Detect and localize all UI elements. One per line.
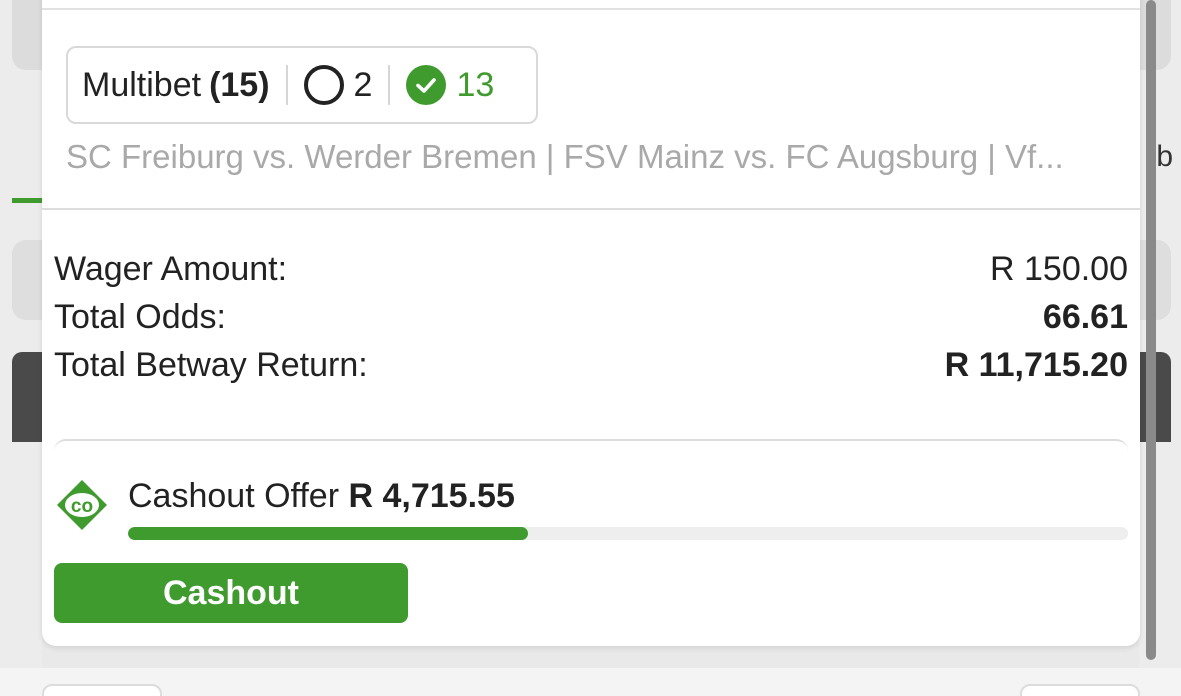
return-value: R 11,715.20: [944, 346, 1128, 384]
return-row: Total Betway Return: R 11,715.20: [54, 346, 1128, 385]
bet-type-label: Multibet: [82, 65, 202, 104]
background-text-fragment: b: [1156, 140, 1173, 173]
check-circle-icon: [406, 65, 447, 105]
background-button-fragment[interactable]: [42, 684, 162, 696]
svg-text:co: co: [71, 496, 93, 517]
background-left-edge: [0, 0, 42, 696]
cashout-offer: Cashout Offer R 4,715.55: [128, 477, 515, 516]
cashout-progress-fill: [128, 527, 528, 540]
bet-summary-box: Multibet (15) 2 13: [66, 46, 538, 124]
odds-row: Total Odds: 66.61: [54, 298, 1128, 337]
bet-card: Multibet (15) 2 13 SC Freiburg vs. Werde…: [42, 0, 1140, 646]
cashout-logo-icon: co: [57, 480, 107, 530]
return-label: Total Betway Return:: [54, 346, 368, 384]
won-legs-count: 13: [456, 65, 495, 104]
wager-value: R 150.00: [990, 250, 1128, 288]
summary-divider: [388, 65, 391, 105]
background-bottom-bar: [0, 668, 1181, 696]
background-active-indicator: [12, 198, 42, 203]
bet-leg-count: (15): [209, 65, 270, 104]
cashout-button[interactable]: Cashout: [54, 563, 408, 623]
matches-list: SC Freiburg vs. Werder Bremen | FSV Main…: [66, 138, 1064, 175]
wager-label: Wager Amount:: [54, 250, 288, 288]
cashout-offer-amount: R 4,715.55: [348, 477, 515, 515]
odds-value: 66.61: [1042, 298, 1128, 336]
wager-row: Wager Amount: R 150.00: [54, 250, 1128, 289]
cashout-progress-bar: [128, 527, 1128, 540]
circle-open-icon: [303, 65, 344, 105]
odds-label: Total Odds:: [54, 298, 226, 336]
summary-divider: [285, 65, 288, 105]
background-button-fragment[interactable]: [1020, 684, 1140, 696]
section-divider: [42, 208, 1140, 210]
cashout-offer-label: Cashout Offer: [128, 477, 340, 515]
background-card-fragment: [12, 240, 42, 320]
background-card-fragment: [12, 352, 42, 442]
card-divider: [42, 8, 1140, 10]
scrollbar[interactable]: [1146, 0, 1156, 660]
background-card-fragment: [12, 0, 42, 70]
cashout-panel: co Cashout Offer R 4,715.55 Cashout: [54, 439, 1128, 646]
open-legs-count: 2: [353, 65, 373, 104]
